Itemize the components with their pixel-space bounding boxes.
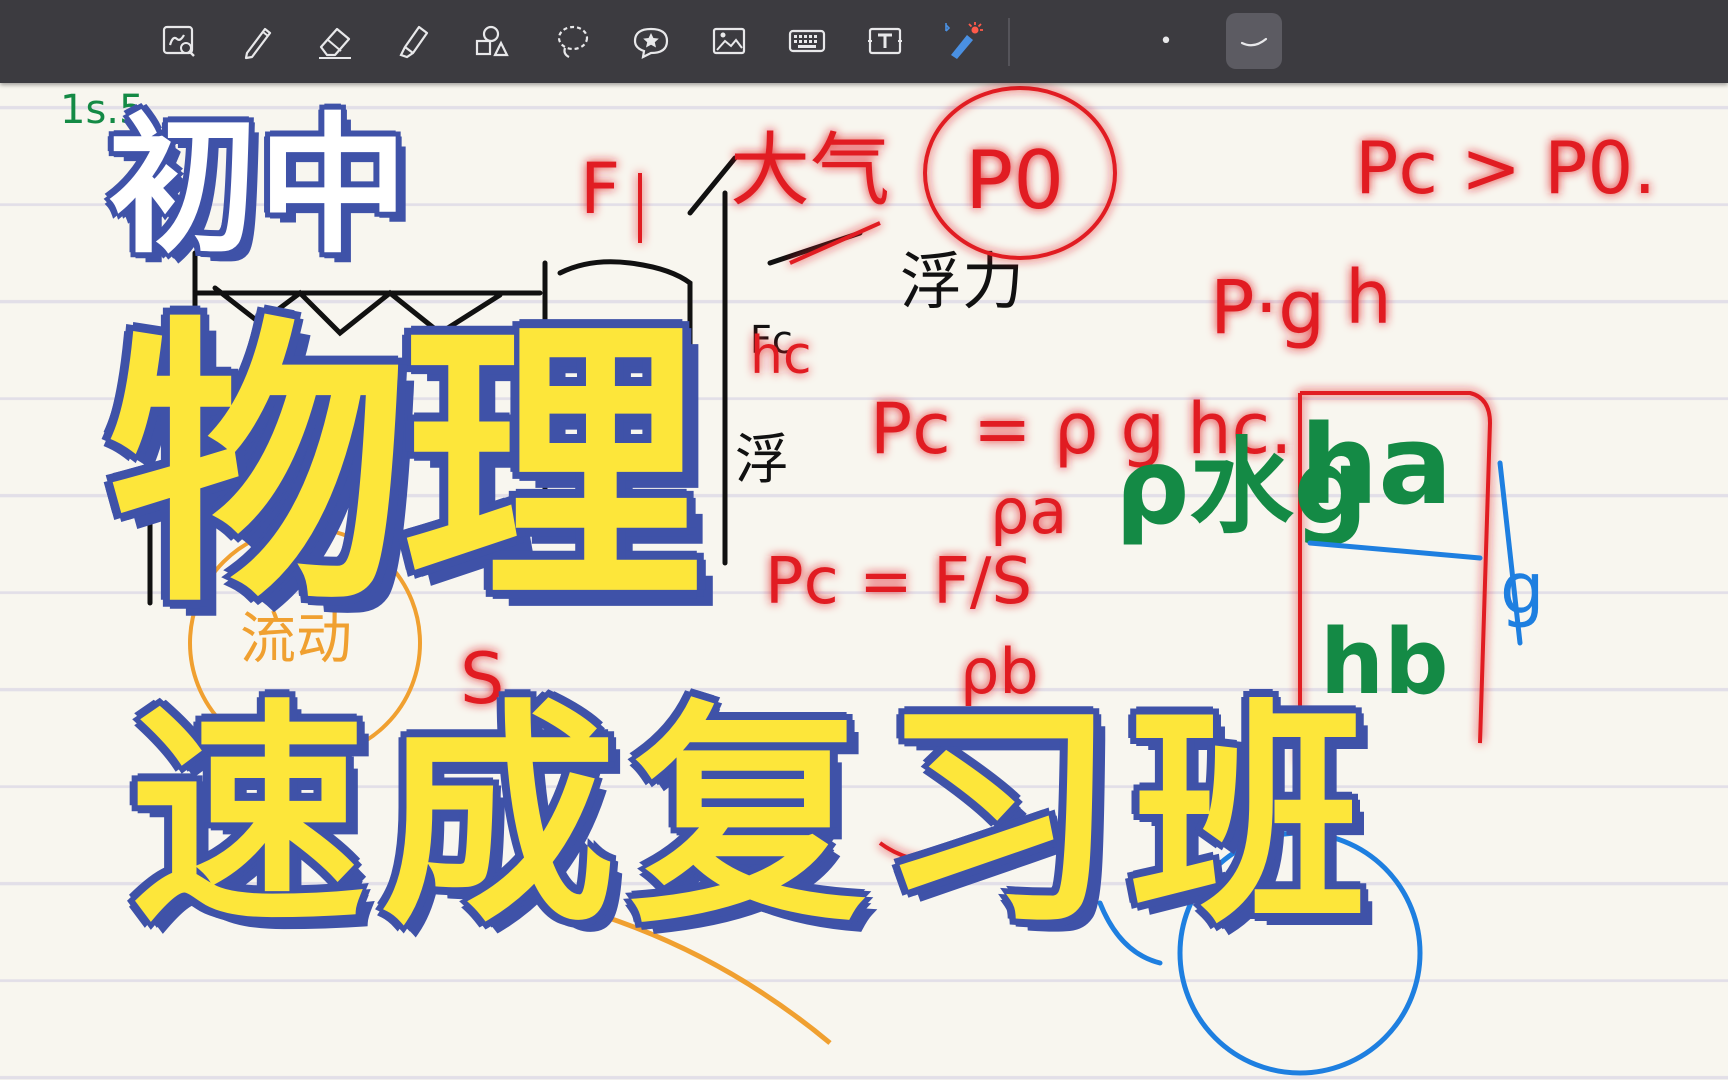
note-hc: hc — [750, 326, 812, 386]
zoom-lasso-icon — [162, 25, 195, 57]
note-h: h — [1345, 255, 1392, 341]
headline-level: 初中 — [108, 100, 409, 274]
image-tool[interactable] — [702, 14, 756, 68]
text-box-icon — [868, 27, 902, 55]
headline-subject: 物理 — [108, 293, 702, 642]
note-p0: P0 — [965, 134, 1064, 227]
lasso-icon — [557, 25, 589, 58]
pen-icon — [244, 27, 272, 60]
note-float: 浮 — [735, 428, 789, 491]
keyboard-tool[interactable] — [780, 14, 834, 68]
note-pc-gt-p0: Pc > P0. — [1355, 126, 1656, 210]
note-pg: P·g — [1210, 265, 1325, 351]
note-pressure-formula: Pc = F/S — [765, 545, 1032, 619]
keyboard-icon — [788, 29, 826, 53]
lasso-tool[interactable] — [546, 14, 600, 68]
drawing-toolbar: • — [0, 0, 1728, 83]
eraser-icon — [319, 27, 351, 59]
shapes-icon — [475, 25, 509, 57]
laser-pointer-tool[interactable] — [936, 14, 990, 68]
stroke-size-dot[interactable]: • — [1139, 14, 1193, 68]
shapes-tool[interactable] — [464, 14, 518, 68]
lasso-zoom-tool[interactable] — [152, 14, 206, 68]
eraser-tool[interactable] — [308, 14, 362, 68]
star-sticker-icon — [633, 27, 669, 59]
headline-course: 速成复习班 — [130, 680, 1381, 955]
text-tool[interactable] — [858, 14, 912, 68]
note-atmosphere: 大气 — [730, 124, 890, 217]
note-force: F — [580, 148, 620, 230]
image-icon — [712, 27, 746, 55]
highlighter-tool[interactable] — [386, 14, 440, 68]
note-g-blue: g — [1500, 548, 1544, 630]
highlighter-icon — [399, 25, 429, 59]
pen-tool[interactable] — [230, 14, 284, 68]
toolbar-divider — [1008, 18, 1010, 66]
laser-pointer-icon — [945, 22, 983, 59]
note-ha: ha — [1300, 401, 1453, 529]
stroke-curve-icon — [1240, 37, 1268, 47]
stroke-style-selector[interactable] — [1226, 13, 1282, 69]
sticker-tool[interactable] — [624, 14, 678, 68]
note-rho-a: ρa — [990, 475, 1067, 548]
